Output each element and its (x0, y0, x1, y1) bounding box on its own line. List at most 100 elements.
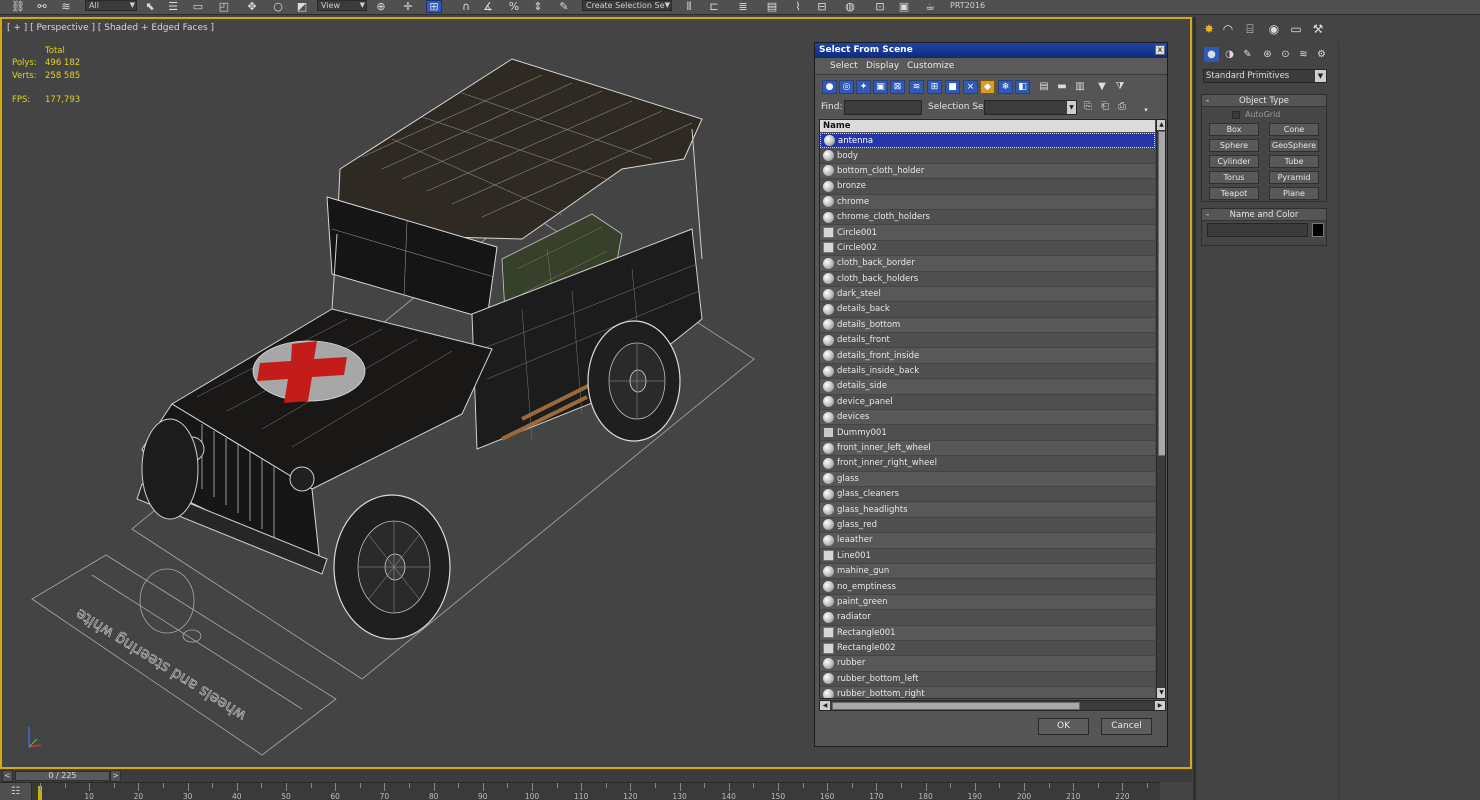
name-and-color-header[interactable]: - Name and Color (1202, 209, 1326, 221)
bind-space-warp-icon[interactable]: ≋ (58, 0, 74, 13)
display-none-icon[interactable]: ▬ (1055, 80, 1069, 94)
list-item[interactable]: Dummy001 (820, 425, 1155, 441)
primitive-button-box[interactable]: Box (1209, 123, 1259, 136)
cameras-icon[interactable]: ⊛ (1260, 47, 1275, 62)
display-containers-icon[interactable]: ◆ (980, 80, 995, 94)
scrollbar-thumb[interactable] (1158, 131, 1165, 456)
primitive-button-tube[interactable]: Tube (1269, 155, 1319, 168)
list-item[interactable]: bottom_cloth_holder (820, 163, 1155, 180)
helpers-icon[interactable]: ⊙ (1278, 47, 1293, 62)
track-bar[interactable]: ☷ 10 20 30 40 50 60 70 80 90 100 110 120 130 140 150 16… (0, 782, 1160, 800)
list-item[interactable]: details_bottom (820, 317, 1155, 334)
menu-customize[interactable]: Customize (907, 58, 954, 75)
render-production-icon[interactable]: ☕ (922, 0, 938, 13)
keyboard-shortcut-override-icon[interactable]: ⊞ (426, 0, 442, 13)
list-vertical-scrollbar[interactable]: ▲ ▼ (1156, 120, 1165, 698)
display-lights-icon[interactable]: ✦ (856, 80, 871, 94)
list-item[interactable]: antenna (820, 133, 1155, 149)
link-icon[interactable]: ⛓ (10, 0, 26, 13)
list-item[interactable]: details_side (820, 379, 1155, 395)
list-item[interactable]: front_inner_right_wheel (820, 456, 1155, 472)
pivot-icon[interactable]: ⊕ (373, 0, 389, 13)
modify-tab-icon[interactable]: ◠ (1220, 21, 1236, 37)
remove-selection-set-icon[interactable]: ⎙ (1115, 100, 1129, 114)
primitive-button-cylinder[interactable]: Cylinder (1209, 155, 1259, 168)
list-item[interactable]: glass_red (820, 517, 1155, 534)
utilities-tab-icon[interactable]: ⚒ (1310, 21, 1326, 37)
cancel-button[interactable]: Cancel (1101, 718, 1152, 735)
align-icon[interactable]: ⊏ (706, 0, 722, 13)
object-type-header[interactable]: - Object Type (1202, 95, 1326, 107)
scroll-down-icon[interactable]: ▼ (1157, 688, 1165, 698)
save-selection-set-icon[interactable]: ⎘ (1081, 100, 1095, 114)
select-by-name-icon[interactable]: ☰ (165, 0, 181, 13)
rotate-icon[interactable]: ○ (270, 0, 286, 13)
list-item[interactable]: chrome (820, 194, 1155, 210)
toggle-ribbon-icon[interactable]: ▤ (764, 0, 780, 13)
primitive-button-torus[interactable]: Torus (1209, 171, 1259, 184)
list-item[interactable]: radiator (820, 610, 1155, 626)
list-item[interactable]: cloth_back_holders (820, 271, 1155, 287)
list-item[interactable]: Line001 (820, 548, 1155, 564)
display-all-icon[interactable]: ▤ (1037, 80, 1051, 94)
find-input[interactable] (844, 100, 922, 115)
list-item[interactable]: no_emptiness (820, 579, 1155, 595)
create-tab-icon[interactable]: ✸ (1201, 21, 1217, 37)
list-item[interactable]: details_front_inside (820, 348, 1155, 364)
filter-selected-icon[interactable]: ⧩ (1113, 80, 1127, 94)
edit-named-selection-icon[interactable]: ✎ (556, 0, 572, 13)
scene-object-list[interactable]: Name antenna body bottom_cloth_holder bronz… (819, 119, 1166, 699)
list-item[interactable]: rubber_bottom_right (820, 687, 1155, 698)
schematic-view-icon[interactable]: ⊟ (814, 0, 830, 13)
reference-coordinate-dropdown[interactable]: View ▼ (317, 0, 367, 11)
shapes-icon[interactable]: ◑ (1222, 47, 1237, 62)
display-bones-icon[interactable]: ⨯ (963, 80, 978, 94)
display-invert-icon[interactable]: ▥ (1073, 80, 1087, 94)
list-item[interactable]: leaather (820, 533, 1155, 549)
space-warps-icon[interactable]: ≋ (1296, 47, 1311, 62)
render-setup-icon[interactable]: ⊡ (872, 0, 888, 13)
menu-select[interactable]: Select (830, 58, 858, 75)
scale-icon[interactable]: ◩ (294, 0, 310, 13)
list-item[interactable]: details_inside_back (820, 363, 1155, 380)
list-item[interactable]: rubber (820, 656, 1155, 672)
rectangular-selection-icon[interactable]: ▭ (190, 0, 206, 13)
unlink-icon[interactable]: ⚯ (34, 0, 50, 13)
ok-button[interactable]: OK (1038, 718, 1089, 735)
move-icon[interactable]: ✥ (244, 0, 260, 13)
scroll-right-icon[interactable]: ▶ (1155, 701, 1165, 710)
list-item[interactable]: dark_steel (820, 286, 1155, 303)
list-item[interactable]: Rectangle001 (820, 625, 1155, 641)
primitive-button-sphere[interactable]: Sphere (1209, 139, 1259, 152)
list-item[interactable]: glass (820, 471, 1155, 487)
lights-icon[interactable]: ✎ (1240, 47, 1255, 62)
list-item[interactable]: details_front (820, 333, 1155, 349)
scroll-up-icon[interactable]: ▲ (1157, 120, 1165, 130)
list-item[interactable]: front_inner_left_wheel (820, 440, 1155, 457)
list-item[interactable]: mahine_gun (820, 563, 1155, 580)
select-manipulate-icon[interactable]: ✛ (400, 0, 416, 13)
object-color-swatch[interactable] (1312, 223, 1324, 237)
motion-tab-icon[interactable]: ◉ (1266, 21, 1282, 37)
primitive-button-cone[interactable]: Cone (1269, 123, 1319, 136)
geometry-icon[interactable]: ● (1204, 47, 1219, 62)
primitive-button-plane[interactable]: Plane (1269, 187, 1319, 200)
jeep-model[interactable] (136, 58, 703, 640)
load-selection-set-icon[interactable]: ⎗ (1098, 100, 1112, 114)
material-editor-icon[interactable]: ◍ (842, 0, 858, 13)
angle-snap-icon[interactable]: ∡ (480, 0, 496, 13)
list-item[interactable]: chrome_cloth_holders (820, 209, 1155, 226)
dialog-close-button[interactable]: x (1155, 45, 1165, 55)
list-item[interactable]: bronze (820, 179, 1155, 195)
primitive-button-teapot[interactable]: Teapot (1209, 187, 1259, 200)
autogrid-checkbox[interactable]: AutoGrid (1232, 110, 1280, 119)
list-item[interactable]: device_panel (820, 394, 1155, 411)
list-item[interactable]: Circle001 (820, 225, 1155, 241)
mirror-icon[interactable]: ⫴ (681, 0, 697, 13)
display-space-warps-icon[interactable]: ≋ (909, 80, 924, 94)
spinner-snap-icon[interactable]: ⇕ (530, 0, 546, 13)
list-item[interactable]: Rectangle002 (820, 640, 1155, 657)
display-helpers-icon[interactable]: ⊠ (890, 80, 905, 94)
object-name-input[interactable] (1207, 223, 1308, 237)
horizontal-scrollbar-thumb[interactable] (832, 702, 1080, 710)
